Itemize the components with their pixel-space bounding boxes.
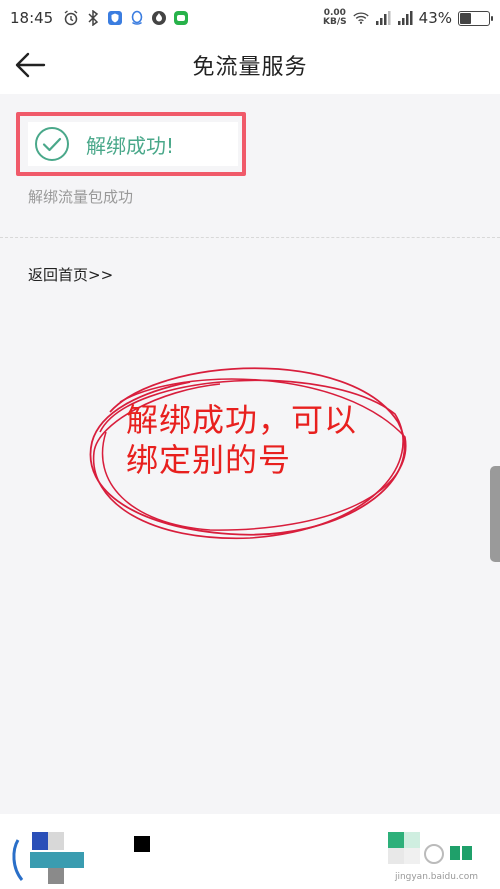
return-home-link[interactable]: 返回首页>> xyxy=(28,264,113,285)
screen: 18:45 0.00 KB/S 43% 免流量服务 解绑成功! 解绑流量包成功 … xyxy=(0,0,500,889)
success-status: 解绑成功! xyxy=(28,122,238,166)
status-right: 0.00 KB/S 43% xyxy=(323,9,493,27)
content-area: 解绑成功! 解绑流量包成功 返回首页>> 解绑成功，可以绑定别的号 xyxy=(0,94,500,814)
shield-app-icon xyxy=(107,10,123,26)
qq-icon xyxy=(129,10,145,26)
signal-icon xyxy=(375,10,391,26)
watermark-text: jingyan.baidu.com xyxy=(394,872,478,882)
battery-icon xyxy=(458,10,493,26)
check-circle-icon xyxy=(35,127,69,161)
bluetooth-icon xyxy=(85,10,101,26)
network-speed: 0.00 KB/S xyxy=(323,9,347,27)
battery-percent: 43% xyxy=(418,9,452,27)
dashed-divider xyxy=(0,237,500,238)
scroll-handle[interactable] xyxy=(490,466,500,562)
wifi-icon xyxy=(353,10,369,26)
bottom-bar: jingyan.baidu.com xyxy=(0,814,500,889)
app-header: 免流量服务 xyxy=(0,36,500,94)
success-title: 解绑成功! xyxy=(86,133,175,158)
alarm-icon xyxy=(63,10,79,26)
battery-fill xyxy=(460,12,471,24)
black-square-icon xyxy=(134,836,150,852)
annotation: 解绑成功，可以绑定别的号 xyxy=(80,352,420,552)
message-app-icon xyxy=(173,10,189,26)
watermark: jingyan.baidu.com xyxy=(388,828,480,884)
success-detail: 解绑流量包成功 xyxy=(28,188,134,206)
status-left: 18:45 xyxy=(10,9,189,27)
page-title: 免流量服务 xyxy=(192,55,308,80)
success-highlight-box: 解绑成功! xyxy=(16,112,246,176)
avatar-icon xyxy=(12,832,84,884)
network-speed-unit: KB/S xyxy=(323,17,347,27)
status-time: 18:45 xyxy=(10,9,54,27)
signal-4g-icon xyxy=(397,10,413,26)
status-bar: 18:45 0.00 KB/S 43% xyxy=(0,0,500,36)
back-button[interactable] xyxy=(12,48,48,82)
arrow-left-icon xyxy=(15,52,46,78)
annotation-text: 解绑成功，可以绑定别的号 xyxy=(126,401,358,479)
app-icon xyxy=(151,10,167,26)
